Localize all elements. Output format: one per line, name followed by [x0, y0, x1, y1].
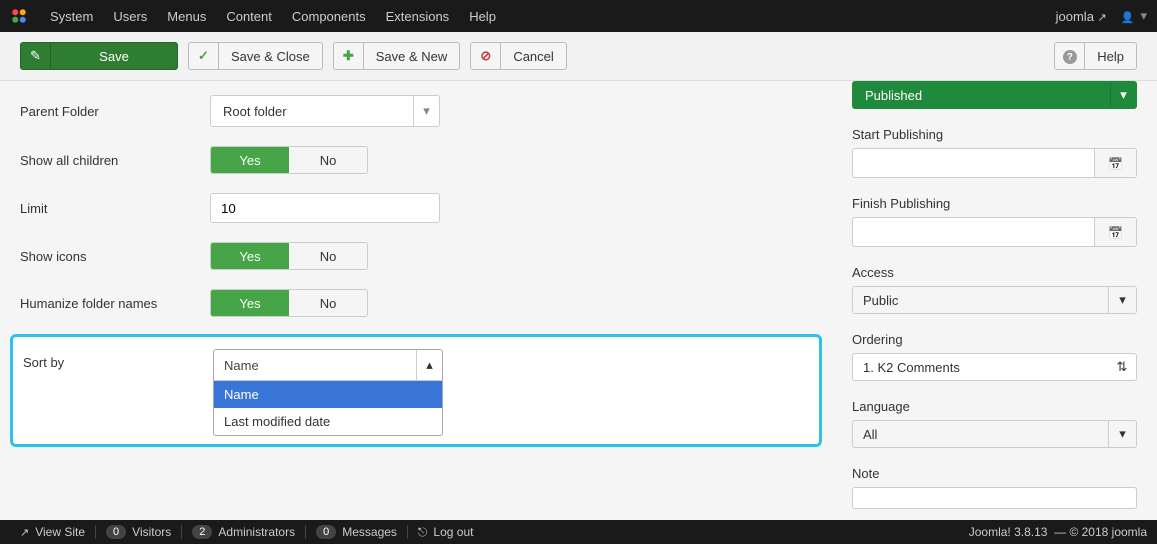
view-site-link[interactable]: View Site	[10, 525, 96, 539]
calendar-button[interactable]	[1094, 149, 1136, 177]
user-menu-icon[interactable]	[1121, 9, 1135, 24]
cancel-button[interactable]: Cancel	[470, 42, 566, 70]
menu-help[interactable]: Help	[459, 9, 506, 24]
save-new-button[interactable]: Save & New	[333, 42, 461, 70]
action-toolbar: Save Save & Close Save & New Cancel Help	[0, 32, 1157, 81]
edit-icon	[30, 48, 41, 64]
chevron-down-icon: ▾	[1108, 287, 1136, 313]
help-button[interactable]: Help	[1054, 42, 1137, 70]
limit-label: Limit	[20, 201, 210, 216]
start-publishing-field[interactable]	[853, 149, 1094, 177]
finish-publishing-label: Finish Publishing	[852, 196, 1137, 211]
parent-folder-select[interactable]: Root folder ▾	[210, 95, 440, 127]
show-all-children-label: Show all children	[20, 153, 210, 168]
sort-by-options: Name Last modified date	[214, 380, 442, 435]
check-icon	[198, 48, 209, 64]
menu-components[interactable]: Components	[282, 9, 376, 24]
right-column: Published ▾ Start Publishing Finish Publ…	[852, 81, 1137, 519]
sort-by-label: Sort by	[23, 349, 213, 370]
toggle-yes[interactable]: Yes	[211, 243, 289, 269]
menu-system[interactable]: System	[40, 9, 103, 24]
help-icon	[1063, 48, 1077, 65]
toggle-yes[interactable]: Yes	[211, 290, 289, 316]
parent-folder-label: Parent Folder	[20, 104, 210, 119]
left-column: Parent Folder Root folder ▾ Show all chi…	[20, 81, 812, 519]
finish-publishing-field[interactable]	[853, 218, 1094, 246]
chevron-down-icon[interactable]: ▾	[1140, 8, 1147, 24]
logout-link[interactable]: ⎋Log out	[408, 525, 484, 540]
calendar-icon	[1108, 225, 1123, 240]
menu-extensions[interactable]: Extensions	[376, 9, 460, 24]
show-icons-label: Show icons	[20, 249, 210, 264]
external-link-icon	[20, 525, 29, 539]
toggle-no[interactable]: No	[289, 290, 367, 316]
version-text: Joomla! 3.8.13 — © 2018 joomla	[969, 525, 1147, 539]
sort-icon: ⇅	[1108, 354, 1136, 380]
note-label: Note	[852, 466, 1137, 481]
toggle-yes[interactable]: Yes	[211, 147, 289, 173]
chevron-down-icon: ▾	[413, 96, 439, 126]
status-bar: View Site 0Visitors 2Administrators 0Mes…	[0, 520, 1157, 544]
chevron-down-icon: ▾	[1108, 421, 1136, 447]
admins-item[interactable]: 2Administrators	[182, 525, 306, 539]
status-select[interactable]: Published ▾	[852, 81, 1137, 109]
save-close-button[interactable]: Save & Close	[188, 42, 323, 70]
chevron-down-icon: ▾	[1110, 82, 1136, 108]
sort-by-select[interactable]: Name ▴ Name Last modified date	[213, 349, 443, 436]
logout-icon: ⎋	[418, 525, 428, 540]
access-label: Access	[852, 265, 1137, 280]
calendar-button[interactable]	[1094, 218, 1136, 246]
language-label: Language	[852, 399, 1137, 414]
start-publishing-label: Start Publishing	[852, 127, 1137, 142]
top-menu-bar: System Users Menus Content Components Ex…	[0, 0, 1157, 32]
humanize-toggle[interactable]: Yes No	[210, 289, 368, 317]
start-publishing-input[interactable]	[852, 148, 1137, 178]
toggle-no[interactable]: No	[289, 147, 367, 173]
menu-menus[interactable]: Menus	[157, 9, 216, 24]
limit-input[interactable]	[210, 193, 440, 223]
plus-icon	[343, 48, 354, 64]
toggle-no[interactable]: No	[289, 243, 367, 269]
chevron-up-icon: ▴	[416, 350, 442, 380]
messages-item[interactable]: 0Messages	[306, 525, 408, 539]
menu-users[interactable]: Users	[103, 9, 157, 24]
visitors-item[interactable]: 0Visitors	[96, 525, 182, 539]
external-link-icon	[1098, 9, 1107, 24]
access-select[interactable]: Public ▾	[852, 286, 1137, 314]
ordering-label: Ordering	[852, 332, 1137, 347]
cancel-icon	[480, 48, 491, 64]
show-all-children-toggle[interactable]: Yes No	[210, 146, 368, 174]
show-icons-toggle[interactable]: Yes No	[210, 242, 368, 270]
language-select[interactable]: All ▾	[852, 420, 1137, 448]
ordering-select[interactable]: 1. K2 Comments ⇅	[852, 353, 1137, 381]
site-link[interactable]: joomla	[1056, 9, 1107, 24]
finish-publishing-input[interactable]	[852, 217, 1137, 247]
sort-by-highlight: Sort by Name ▴ Name Last modified date	[10, 334, 822, 447]
sort-option-name[interactable]: Name	[214, 381, 442, 408]
sort-option-last-modified[interactable]: Last modified date	[214, 408, 442, 435]
joomla-logo-icon	[10, 7, 28, 25]
menu-content[interactable]: Content	[216, 9, 282, 24]
calendar-icon	[1108, 156, 1123, 171]
note-input[interactable]	[852, 487, 1137, 509]
humanize-label: Humanize folder names	[20, 296, 210, 311]
save-button[interactable]: Save	[20, 42, 178, 70]
